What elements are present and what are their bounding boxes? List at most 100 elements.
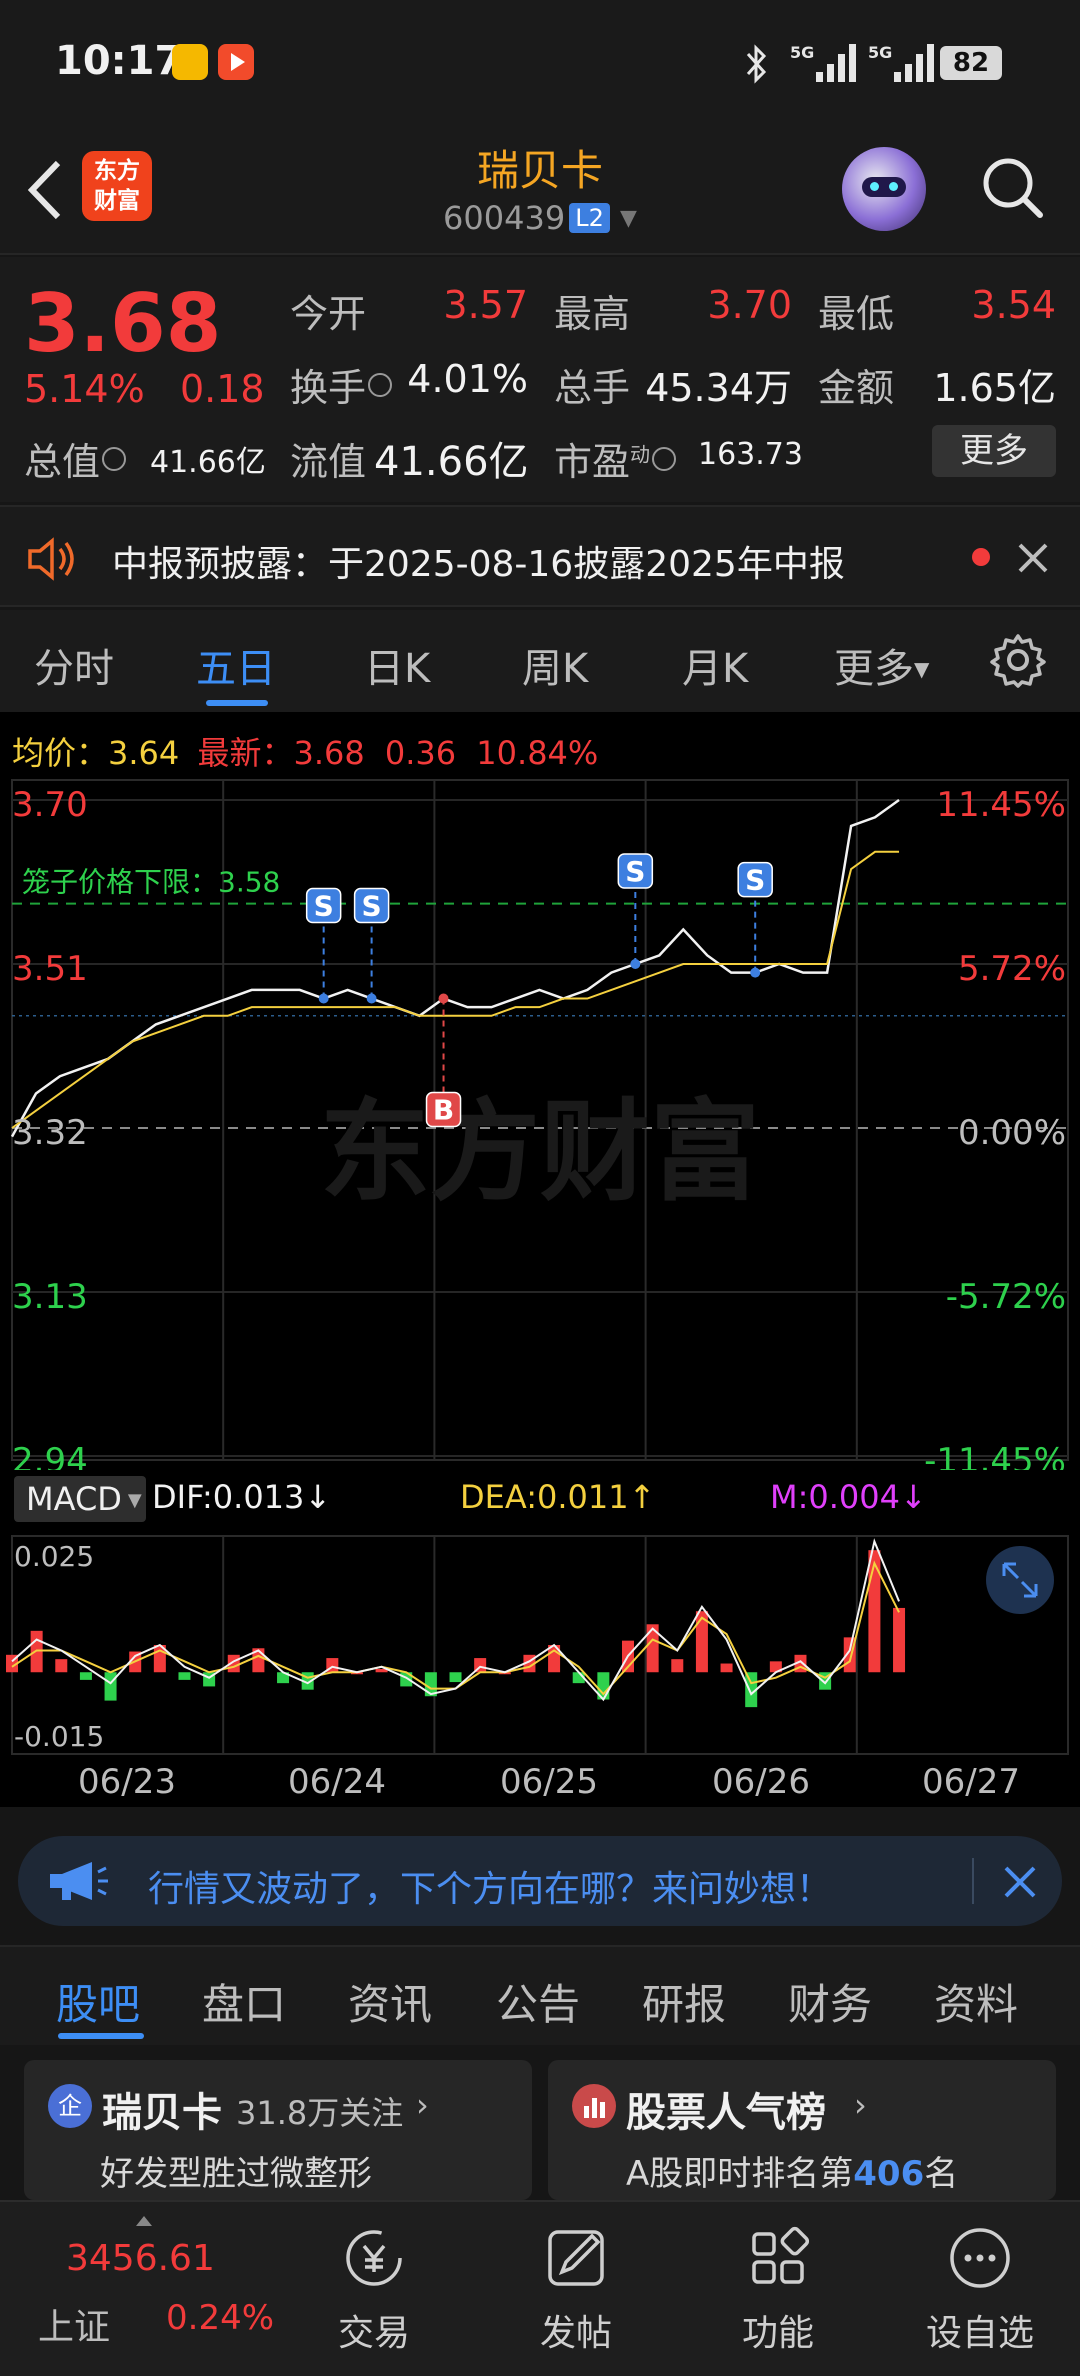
notice-text: 中报预披露：于2025-08-16披露2025年中报 bbox=[112, 544, 845, 585]
avg-price-value: 3.64 bbox=[108, 734, 180, 772]
y-axis-label-left: 2.94 bbox=[12, 1441, 88, 1470]
turnover-label[interactable]: 换手 bbox=[290, 357, 393, 412]
svg-text:5G: 5G bbox=[790, 43, 814, 62]
forum-title: 瑞贝卡 bbox=[102, 2090, 222, 2136]
battery-indicator: 82 bbox=[940, 46, 1002, 80]
pe-label[interactable]: 市盈动 bbox=[554, 431, 677, 486]
dropdown-arrow-icon: ▼ bbox=[620, 206, 637, 231]
sell-marker-label: S bbox=[625, 855, 645, 888]
ai-assistant-banner[interactable]: 行情又波动了，下个方向在哪？来问妙想！ bbox=[18, 1836, 1062, 1926]
chevron-right-icon: › bbox=[416, 2086, 429, 2124]
notification-app-icon bbox=[172, 44, 208, 80]
popularity-rank-card[interactable]: 股票人气榜 › A股即时排名第406名 bbox=[548, 2060, 1056, 2200]
amount-value: 1.65亿 bbox=[933, 366, 1056, 410]
info-icon bbox=[652, 447, 677, 471]
y-axis-label-left: 3.51 bbox=[12, 949, 88, 989]
low-label: 最低 bbox=[818, 292, 895, 336]
trade-marker-dot bbox=[750, 967, 761, 978]
tab-profile[interactable]: 资料 bbox=[934, 1971, 1018, 2032]
info-icon bbox=[368, 373, 393, 397]
megaphone-icon bbox=[50, 1862, 108, 1900]
more-quote-button[interactable]: 更多 bbox=[932, 425, 1056, 477]
tab-intraday[interactable]: 分时 bbox=[34, 636, 114, 694]
video-app-icon bbox=[218, 44, 254, 80]
macd-histogram-bar bbox=[104, 1672, 117, 1701]
stock-header: 东方 财富 瑞贝卡 600439 L2 ▼ bbox=[0, 125, 1080, 255]
date-label: 06/26 bbox=[712, 1762, 810, 1802]
functions-grid-icon[interactable] bbox=[698, 2222, 858, 2292]
sell-marker-label: S bbox=[362, 890, 382, 923]
ranking-chart-icon bbox=[572, 2084, 616, 2128]
y-axis-label-right: 11.45% bbox=[936, 785, 1066, 825]
macd-dea: DEA:0.011↑ bbox=[460, 1478, 656, 1516]
tab-five-day[interactable]: 五日 bbox=[196, 636, 276, 694]
robot-assistant-avatar[interactable] bbox=[842, 147, 926, 231]
pe-value: 163.73 bbox=[698, 437, 803, 472]
search-icon[interactable] bbox=[978, 153, 1048, 223]
stock-code: 600439 bbox=[443, 199, 566, 237]
y-axis-label-left: 3.70 bbox=[12, 785, 88, 825]
bottom-navigation: 3456.61 上证 0.24% 交易 发帖 功能 设自选 bbox=[0, 2200, 1080, 2376]
price-chart[interactable]: 笼子价格下限：3.58 东方财富 3.70 11.45% 3.51 5.72% 3.32 0.… bbox=[0, 770, 1080, 1470]
tab-announcements[interactable]: 公告 bbox=[496, 1971, 580, 2032]
y-axis-label-right: 0.00% bbox=[958, 1113, 1066, 1153]
macd-frame bbox=[11, 1535, 1069, 1755]
trade-marker-dot bbox=[318, 993, 329, 1004]
high-value: 3.70 bbox=[707, 283, 792, 327]
nav-functions[interactable]: 功能 bbox=[698, 2304, 858, 2356]
volume-value: 45.34万 bbox=[645, 366, 792, 410]
y-axis-label-left: 3.32 bbox=[12, 1113, 88, 1153]
high-label: 最高 bbox=[554, 292, 631, 336]
tab-monthly-k[interactable]: 月K bbox=[682, 636, 748, 694]
market-cap-label[interactable]: 总值 bbox=[24, 431, 127, 486]
rank-title: 股票人气榜 bbox=[626, 2090, 826, 2136]
forum-subtitle: 好发型胜过微整形 bbox=[100, 2154, 372, 2194]
y-axis-label-right: 5.72% bbox=[958, 949, 1066, 989]
follower-count: 31.8万关注 bbox=[236, 2094, 404, 2132]
unread-dot bbox=[972, 548, 990, 566]
macd-histogram-bar bbox=[868, 1550, 881, 1673]
index-name[interactable]: 上证 bbox=[38, 2298, 110, 2350]
bluetooth-icon bbox=[746, 44, 767, 84]
expand-chart-button[interactable] bbox=[986, 1546, 1054, 1614]
compose-post-icon[interactable] bbox=[496, 2222, 656, 2292]
period-change-pct: 10.84% bbox=[476, 734, 599, 772]
sell-marker-label: S bbox=[314, 890, 334, 923]
float-cap-label: 流值 bbox=[290, 440, 367, 484]
close-icon[interactable] bbox=[1016, 541, 1050, 575]
tab-more-periods[interactable]: 更多▼ bbox=[834, 636, 929, 694]
change-percent: 5.14% bbox=[24, 367, 145, 411]
tab-guba[interactable]: 股吧 bbox=[56, 1971, 140, 2032]
tab-weekly-k[interactable]: 周K bbox=[522, 636, 588, 694]
nav-post[interactable]: 发帖 bbox=[496, 2304, 656, 2356]
notice-bar[interactable]: 中报预披露：于2025-08-16披露2025年中报 bbox=[0, 505, 1080, 607]
index-value[interactable]: 3456.61 bbox=[66, 2238, 215, 2279]
chart-header: 均价：3.64 最新：3.68 0.36 10.84% bbox=[12, 728, 598, 774]
nav-add-watchlist[interactable]: 设自选 bbox=[900, 2304, 1060, 2356]
macd-indicator-selector[interactable]: MACD ▼ bbox=[14, 1476, 146, 1522]
tab-daily-k[interactable]: 日K bbox=[364, 636, 430, 694]
gear-icon[interactable] bbox=[990, 632, 1046, 688]
open-label: 今开 bbox=[290, 292, 367, 336]
macd-histogram-bar bbox=[55, 1659, 68, 1673]
series-price-line bbox=[10, 798, 900, 1138]
trade-marker-dot bbox=[630, 959, 641, 969]
close-icon[interactable] bbox=[1002, 1864, 1038, 1900]
more-dots-icon[interactable] bbox=[900, 2222, 1060, 2292]
watermark: 东方财富 bbox=[320, 1088, 760, 1216]
macd-histogram-bar bbox=[79, 1672, 92, 1680]
stock-forum-card[interactable]: 企 瑞贝卡 31.8万关注 › 好发型胜过微整形 bbox=[24, 2060, 532, 2200]
tab-research[interactable]: 研报 bbox=[642, 1971, 726, 2032]
tab-order-book[interactable]: 盘口 bbox=[202, 1971, 286, 2032]
nav-trade[interactable]: 交易 bbox=[294, 2304, 454, 2356]
macd-y-top-label: 0.025 bbox=[14, 1540, 94, 1573]
svg-text:5G: 5G bbox=[868, 43, 892, 62]
macd-chart[interactable]: 0.025 -0.015 bbox=[0, 1530, 1080, 1760]
macd-dif: DIF:0.013↓ bbox=[152, 1478, 332, 1516]
tab-news[interactable]: 资讯 bbox=[348, 1971, 432, 2032]
trade-yen-icon[interactable] bbox=[294, 2222, 454, 2292]
macd-histogram-bar bbox=[893, 1607, 906, 1673]
date-label: 06/25 bbox=[500, 1762, 598, 1802]
tab-financials[interactable]: 财务 bbox=[788, 1971, 872, 2032]
market-cap-value: 41.66亿 bbox=[150, 445, 266, 480]
